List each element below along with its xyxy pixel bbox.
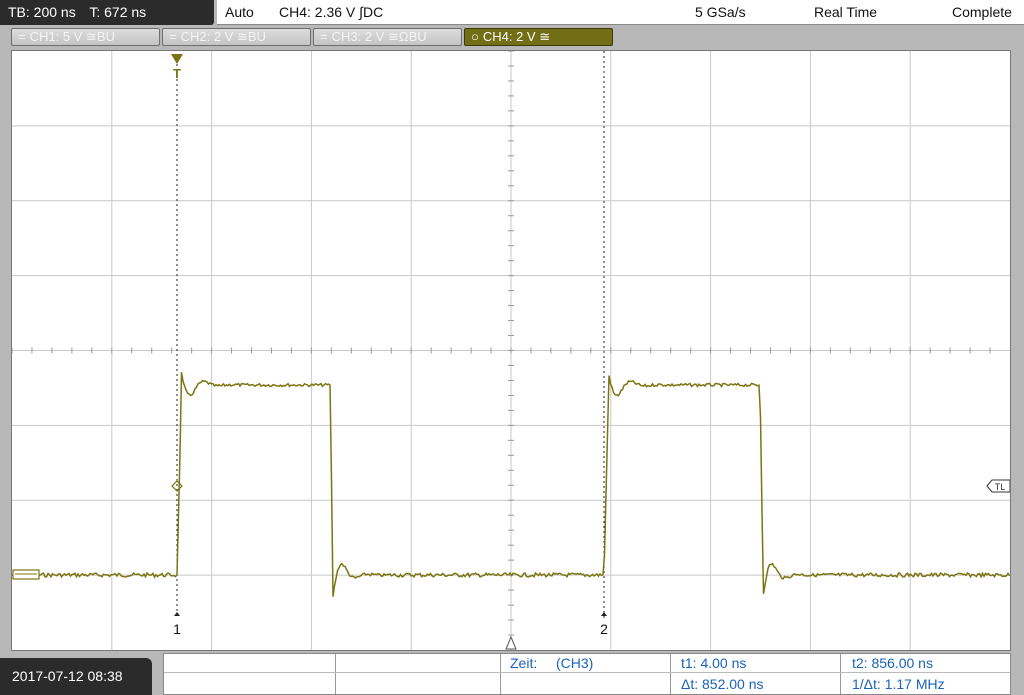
sample-rate: 5 GSa/s bbox=[695, 4, 746, 20]
channel-2-tab[interactable]: = CH2: 2 V ≅BU bbox=[162, 28, 311, 46]
bottom-bar: 2017-07-12 08:38 Zeit: (CH3) t1: 4.00 ns… bbox=[0, 651, 1024, 695]
measurement-type: Zeit: bbox=[510, 655, 538, 671]
delta-t-value: Δt: 852.00 ns bbox=[681, 676, 764, 692]
timebase-label: TB: 200 ns bbox=[8, 4, 76, 20]
channel-4-ground-marker[interactable] bbox=[12, 569, 40, 580]
center-axis-ticks bbox=[12, 51, 991, 636]
measurement-source: (CH3) bbox=[556, 655, 594, 671]
channel-4-coupling: ≅ bbox=[539, 29, 551, 44]
date-time: 2017-07-12 08:38 bbox=[0, 658, 152, 695]
trigger-marker-label: T bbox=[173, 66, 181, 81]
channel-1-tab[interactable]: = CH1: 5 V ≅BU bbox=[11, 28, 160, 46]
channel-3-coupling: ≅ΩBU bbox=[387, 29, 427, 44]
timebase-box[interactable]: TB: 200 ns T: 672 ns bbox=[0, 0, 214, 25]
acquisition-state: Complete bbox=[952, 4, 1012, 20]
frequency-value: 1/Δt: 1.17 MHz bbox=[852, 676, 945, 692]
trigger-source[interactable]: CH4: 2.36 V ∫DC bbox=[279, 0, 383, 25]
channel-on-icon: ○ bbox=[471, 29, 479, 44]
cursor-t2-value: t2: 856.00 ns bbox=[852, 655, 933, 671]
channel-off-icon: = bbox=[18, 29, 26, 44]
channel-bar: = CH1: 5 V ≅BU = CH2: 2 V ≅BU = CH3: 2 V ≅Ω… bbox=[0, 25, 1024, 49]
channel-off-icon: = bbox=[320, 29, 328, 44]
channel-1-label: CH1: 5 V bbox=[29, 29, 83, 44]
horizontal-center-marker bbox=[505, 635, 517, 650]
waveform-display[interactable]: T TL 1 2 bbox=[11, 50, 1011, 651]
channel-1-coupling: ≅BU bbox=[85, 29, 115, 44]
channel-4-label: CH4: 2 V bbox=[482, 29, 536, 44]
trigger-mode[interactable]: Auto bbox=[225, 0, 254, 25]
acquisition-status: Auto CH4: 2.36 V ∫DC 5 GSa/s Real Time C… bbox=[217, 0, 1024, 25]
waveform-svg: T TL 1 2 bbox=[12, 51, 1010, 650]
acquisition-mode: Real Time bbox=[814, 4, 878, 20]
channel-3-tab[interactable]: = CH3: 2 V ≅ΩBU bbox=[313, 28, 462, 46]
measurement-panel[interactable]: Zeit: (CH3) t1: 4.00 ns t2: 856.00 ns Δt… bbox=[163, 653, 1011, 695]
trigger-position-marker[interactable]: T bbox=[171, 54, 183, 81]
channel-2-label: CH2: 2 V bbox=[180, 29, 234, 44]
trigger-delay-label: T: 672 ns bbox=[89, 4, 147, 20]
channel-3-label: CH3: 2 V bbox=[331, 29, 385, 44]
trigger-level-label: TL bbox=[995, 482, 1006, 492]
cursor-2-label: 2 bbox=[600, 621, 608, 637]
cursor-1-label: 1 bbox=[173, 621, 181, 637]
cursor-t1-value: t1: 4.00 ns bbox=[681, 655, 747, 671]
trigger-level-marker[interactable]: TL bbox=[986, 479, 1010, 493]
channel-2-coupling: ≅BU bbox=[236, 29, 266, 44]
channel-4-tab[interactable]: ○ CH4: 2 V ≅ bbox=[464, 28, 613, 46]
top-status-bar: TB: 200 ns T: 672 ns Auto CH4: 2.36 V ∫D… bbox=[0, 0, 1024, 25]
channel-off-icon: = bbox=[169, 29, 177, 44]
